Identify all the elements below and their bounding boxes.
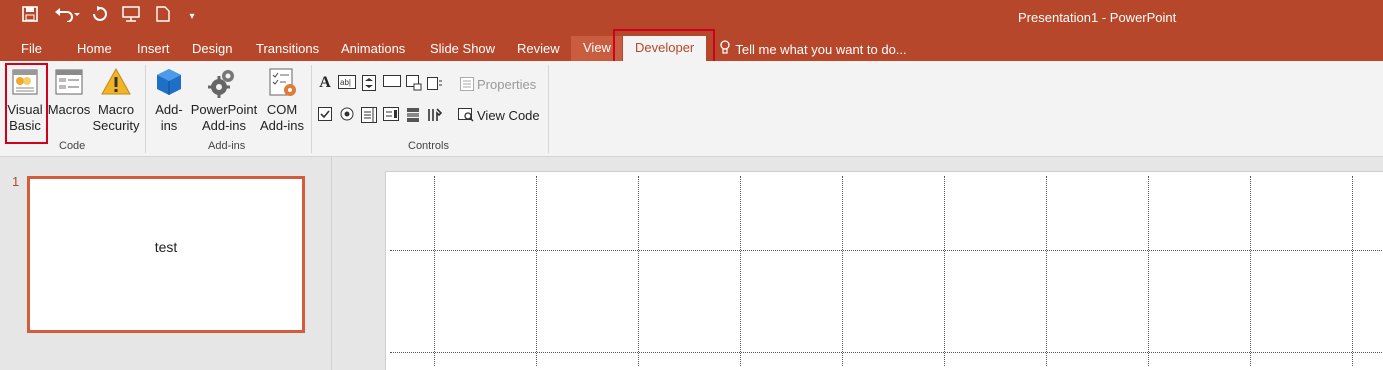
tab-home[interactable]: Home	[77, 40, 112, 57]
tab-review[interactable]: Review	[517, 40, 560, 57]
powerpoint-addins-label-2: Add-ins	[201, 118, 247, 133]
addins-cube-icon	[153, 66, 185, 98]
com-addins-icon	[266, 66, 298, 98]
grid-line	[740, 176, 741, 366]
tell-me-text: Tell me what you want to do...	[735, 42, 907, 57]
tab-transitions[interactable]: Transitions	[256, 40, 319, 57]
slide-thumbnail[interactable]: test	[27, 176, 305, 333]
ribbon-panel: Visual Basic Macros Macro Security Code …	[0, 61, 1383, 157]
code-group-label: Code	[59, 140, 86, 152]
spin-button-icon[interactable]	[361, 75, 377, 91]
controls-group-label: Controls	[408, 140, 449, 152]
properties-button[interactable]: Properties	[477, 77, 536, 92]
grid-line	[638, 176, 639, 366]
slide-canvas[interactable]	[385, 171, 1383, 370]
grid-line	[536, 176, 537, 366]
view-code-button[interactable]: View Code	[477, 108, 540, 123]
powerpoint-addins-label-1: PowerPoint	[190, 102, 258, 117]
grid-line	[1352, 176, 1353, 366]
addins-label-1: Add-	[155, 102, 183, 117]
gear-icon	[208, 66, 240, 98]
addins-button[interactable]: Add- ins	[150, 64, 188, 134]
toggle-button-icon[interactable]	[405, 107, 421, 123]
tab-view-label: View	[583, 40, 611, 55]
label-control-icon[interactable]: A	[317, 75, 333, 91]
undo-icon[interactable]	[52, 6, 82, 28]
image-control-icon[interactable]	[406, 75, 422, 91]
svg-text:ab|: ab|	[340, 78, 351, 87]
com-addins-label-2: Add-ins	[259, 118, 305, 133]
grid-line	[1250, 176, 1251, 366]
checkbox-control-icon[interactable]	[317, 107, 333, 123]
grid-line	[944, 176, 945, 366]
present-icon[interactable]	[120, 6, 142, 28]
listbox-control-icon[interactable]	[361, 107, 377, 123]
com-addins-label-1: COM	[266, 102, 298, 117]
macros-icon	[53, 66, 85, 98]
macros-button[interactable]: Macros	[47, 64, 91, 118]
addins-label-2: ins	[160, 118, 178, 133]
design-mode-tools-icon[interactable]	[427, 107, 443, 123]
command-button-icon[interactable]	[383, 75, 401, 91]
tab-slideshow[interactable]: Slide Show	[430, 40, 495, 57]
grid-line	[842, 176, 843, 366]
macro-security-label-2: Security	[92, 118, 140, 133]
warning-icon	[100, 66, 132, 98]
combobox-control-icon[interactable]	[383, 107, 399, 123]
tab-animations[interactable]: Animations	[341, 40, 405, 57]
slide-thumbnail-text: test	[154, 239, 178, 255]
grid-line	[434, 176, 435, 366]
more-controls-icon[interactable]	[427, 75, 443, 91]
window-title: Presentation1 - PowerPoint	[1018, 10, 1177, 25]
macro-security-button[interactable]: Macro Security	[92, 64, 140, 134]
save-icon[interactable]	[20, 6, 40, 28]
tab-insert[interactable]: Insert	[137, 40, 170, 57]
developer-tab-highlight	[613, 29, 715, 65]
new-icon[interactable]	[154, 6, 172, 28]
view-code-icon[interactable]	[458, 108, 474, 124]
tab-design[interactable]: Design	[192, 40, 232, 57]
grid-line	[1046, 176, 1047, 366]
redo-icon[interactable]	[90, 6, 110, 28]
visual-basic-highlight	[5, 63, 48, 144]
tab-file[interactable]: File	[21, 40, 42, 57]
grid-line	[1148, 176, 1149, 366]
option-button-icon[interactable]	[339, 107, 355, 123]
group-separator	[311, 65, 312, 153]
macros-label: Macros	[47, 102, 91, 117]
textbox-control-icon[interactable]: ab|	[338, 75, 356, 91]
grid-line	[390, 250, 1383, 251]
addins-group-label: Add-ins	[208, 140, 246, 152]
powerpoint-addins-button[interactable]: PowerPoint Add-ins	[190, 64, 258, 134]
macro-security-label-1: Macro	[97, 102, 135, 117]
com-addins-button[interactable]: COM Add-ins	[258, 64, 306, 134]
grid-line	[390, 352, 1383, 353]
customize-icon[interactable]: ▾	[186, 6, 198, 28]
group-separator	[145, 65, 146, 153]
lightbulb-icon	[720, 40, 732, 57]
group-separator	[548, 65, 549, 153]
properties-icon[interactable]	[459, 77, 475, 93]
slide-thumbnail-pane: 1 test	[0, 157, 332, 370]
slide-number: 1	[12, 174, 20, 189]
tell-me-search[interactable]: Tell me what you want to do...	[720, 40, 907, 57]
